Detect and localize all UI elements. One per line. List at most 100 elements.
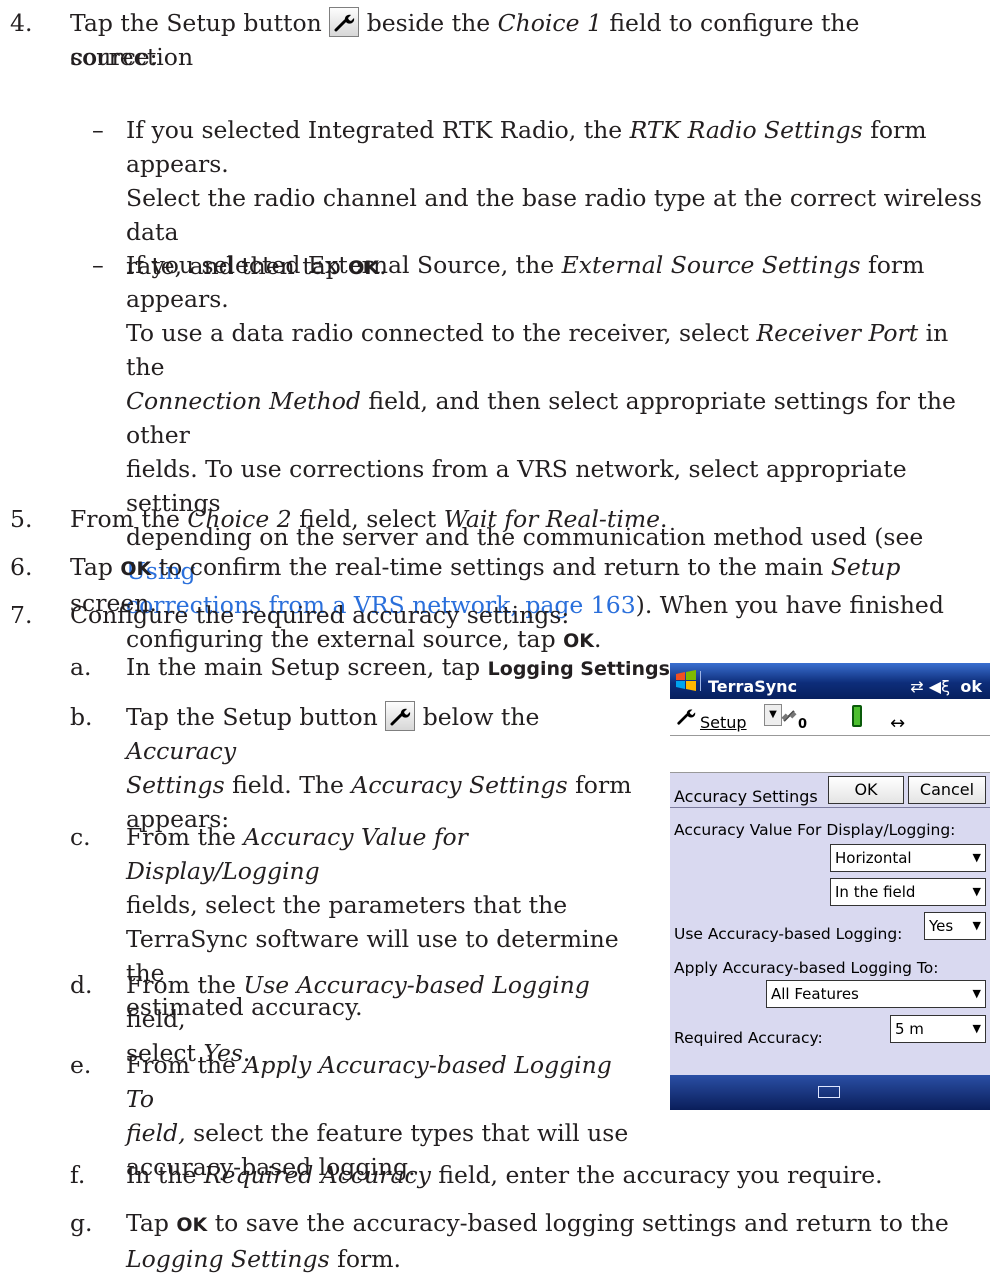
ok-ref: OK: [563, 630, 594, 652]
bullet-2-line-1: If you selected External Source, the Ext…: [126, 248, 986, 316]
accuracy-settings-form: Accuracy Settings OK Cancel Accuracy Val…: [670, 773, 990, 1075]
bullet-2-line-3: Connection Method field, and then select…: [126, 384, 986, 452]
substep-c-line-1: From the Accuracy Value for Display/Logg…: [126, 820, 656, 888]
text: To use a data radio connected to the rec…: [126, 319, 757, 347]
substep-d-letter: d.: [70, 971, 93, 999]
apply-to-select[interactable]: All Features ▼: [766, 980, 986, 1008]
text: form: [567, 771, 632, 799]
step-4-text: beside the: [359, 9, 498, 37]
select-value: Horizontal: [835, 849, 912, 867]
substep-b: Tap the Setup button below the Accuracy …: [126, 700, 646, 836]
ok-ref: OK: [176, 1214, 208, 1236]
substep-d-line-1: From the Use Accuracy-based Logging fiel…: [126, 968, 646, 1036]
step-7-number: 7.: [10, 601, 33, 629]
screen-ref: Setup: [830, 553, 901, 581]
substep-g-line-2: Logging Settings form.: [126, 1242, 986, 1276]
step-4-number: 4.: [10, 9, 33, 37]
keyboard-icon[interactable]: [818, 1086, 840, 1098]
device-bottom-bar: [670, 1075, 990, 1110]
text: From the: [126, 823, 244, 851]
bullet-1-line-2: Select the radio channel and the base ra…: [126, 184, 982, 246]
device-toolbar: Setup ▼ 0 ↔: [670, 699, 990, 735]
wrench-icon: [329, 7, 360, 37]
field-ref: Connection Method: [126, 387, 361, 415]
step-6-number: 6.: [10, 553, 33, 581]
text: below the: [415, 703, 540, 731]
text: form.: [329, 1245, 401, 1273]
satellite-icon[interactable]: [780, 707, 798, 725]
text: If you selected Integrated RTK Radio, th…: [126, 116, 630, 144]
substep-b-letter: b.: [70, 703, 93, 731]
text: to save the accuracy-based logging setti…: [207, 1209, 949, 1237]
windows-start-icon[interactable]: [674, 669, 698, 693]
substep-e-letter: e.: [70, 1051, 92, 1079]
substep-f-letter: f.: [70, 1161, 86, 1189]
terrasync-screenshot: TerraSync ⇄ ◀ξ ok Setup ▼ 0 ↔ Accuracy S…: [670, 663, 990, 1110]
bullet-dash: –: [92, 116, 104, 144]
step-5-number: 5.: [10, 505, 33, 533]
form-ok-button[interactable]: OK: [828, 776, 904, 804]
choice-1-ref: Choice 1: [497, 9, 602, 37]
form-ref: RTK Radio Settings: [629, 116, 863, 144]
form-title: Accuracy Settings: [674, 787, 818, 806]
device-title-bar: TerraSync ⇄ ◀ξ ok: [670, 663, 990, 699]
text: field, enter the accuracy you require.: [430, 1161, 883, 1189]
substep-g-line-1: Tap OK to save the accuracy-based loggin…: [126, 1206, 986, 1242]
substep-g-letter: g.: [70, 1209, 93, 1237]
field-ref: Required Accuracy: [203, 1161, 431, 1189]
chevron-down-icon: ▼: [972, 851, 981, 864]
step-4-text: Tap the Setup button: [70, 9, 330, 37]
form-header: Accuracy Settings OK Cancel: [670, 773, 990, 808]
text: If you selected External Source, the: [126, 251, 562, 279]
text: In the main Setup screen, tap: [126, 653, 488, 681]
accuracy-value-select-1[interactable]: Horizontal ▼: [830, 844, 986, 872]
form-ref: Accuracy Settings: [351, 771, 568, 799]
text: In the: [126, 1161, 204, 1189]
field-ref: Choice 2: [187, 505, 292, 533]
chevron-down-icon: ▼: [972, 885, 981, 898]
text: Tap: [126, 1209, 177, 1237]
accuracy-value-label: Accuracy Value For Display/Logging:: [674, 821, 956, 839]
form-cancel-button[interactable]: Cancel: [908, 776, 986, 804]
text: Tap: [70, 553, 121, 581]
substep-c-letter: c.: [70, 823, 91, 851]
wrench-icon: [385, 701, 416, 731]
text: field, select: [291, 505, 444, 533]
select-value: All Features: [771, 985, 859, 1003]
step-5: From the Choice 2 field, select Wait for…: [70, 502, 970, 536]
text: to confirm the real-time settings and re…: [151, 553, 831, 581]
use-logging-label: Use Accuracy-based Logging:: [674, 925, 903, 943]
device-status-area: [670, 735, 990, 773]
substep-e-line-1: From the Apply Accuracy-based Logging To: [126, 1048, 646, 1116]
use-logging-select[interactable]: Yes ▼: [924, 912, 986, 940]
text: From the: [70, 505, 188, 533]
text: select the feature types that will use: [185, 1119, 629, 1147]
substep-a-letter: a.: [70, 653, 92, 681]
title-separator: [700, 671, 701, 691]
substep-b-line-2: Settings field. The Accuracy Settings fo…: [126, 768, 646, 802]
bullet-dash: –: [92, 251, 104, 279]
text: Tap the Setup button: [126, 703, 386, 731]
bullet-1-line-1: If you selected Integrated RTK Radio, th…: [126, 113, 986, 181]
ok-ref: OK: [120, 558, 152, 580]
setup-menu-button[interactable]: Setup ▼: [674, 704, 782, 732]
form-ref: Logging Settings: [126, 1245, 330, 1273]
battery-icon[interactable]: [852, 705, 862, 727]
field-ref: field,: [126, 1119, 186, 1147]
substep-g: Tap OK to save the accuracy-based loggin…: [126, 1206, 986, 1276]
text: field,: [126, 1005, 186, 1033]
step-4-line-2: source:: [70, 43, 158, 71]
required-accuracy-select[interactable]: 5 m ▼: [890, 1015, 986, 1043]
field-ref: Accuracy: [126, 737, 237, 765]
accuracy-value-select-2[interactable]: In the field ▼: [830, 878, 986, 906]
option-ref: Receiver Port: [756, 319, 919, 347]
text: From the: [126, 1051, 244, 1079]
substep-b-line-1: Tap the Setup button below the Accuracy: [126, 700, 646, 768]
select-value: In the field: [835, 883, 916, 901]
logging-settings-ref: Logging Settings: [487, 658, 670, 680]
select-value: Yes: [929, 917, 954, 935]
chevron-down-icon: ▼: [972, 919, 981, 932]
substep-e-line-2: field, select the feature types that wil…: [126, 1116, 646, 1150]
bullet-2-line-2: To use a data radio connected to the rec…: [126, 316, 986, 384]
text: .: [660, 505, 668, 533]
